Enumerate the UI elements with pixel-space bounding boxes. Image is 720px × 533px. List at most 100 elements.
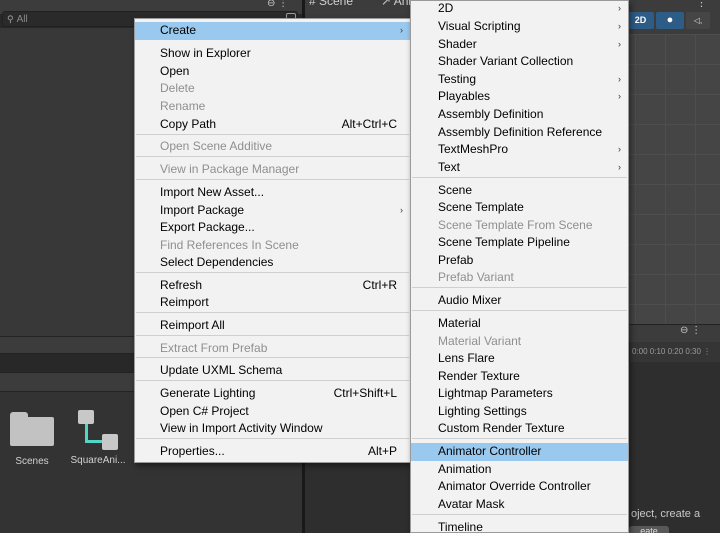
menu-item-label: Open	[160, 64, 190, 78]
menu-item-show-in-explorer[interactable]: Show in Explorer	[135, 45, 410, 63]
asset-label: Scenes	[15, 456, 49, 467]
create-item-animator-controller[interactable]: Animator Controller	[411, 443, 628, 461]
menu-item-view-in-package-manager[interactable]: View in Package Manager	[135, 161, 410, 179]
create-item-scene[interactable]: Scene	[411, 182, 628, 200]
animation-lock-icon[interactable]: ⊖ ⋮	[680, 325, 701, 336]
create-item-prefab[interactable]: Prefab	[411, 252, 628, 270]
create-item-visual-scripting[interactable]: Visual Scripting ›	[411, 18, 628, 36]
menu-item-label: Generate Lighting	[160, 386, 256, 400]
toggle-2d-button[interactable]: 2D	[627, 12, 654, 29]
menu-separator	[136, 438, 409, 439]
menu-item-view-in-import-activity-window[interactable]: View in Import Activity Window	[135, 420, 410, 438]
create-item-avatar-mask[interactable]: Avatar Mask	[411, 496, 628, 514]
chevron-right-icon: ›	[618, 3, 621, 13]
chevron-right-icon: ›	[400, 25, 403, 35]
audio-toggle-icon[interactable]: ◁,	[686, 12, 710, 29]
animation-hint-text: oject, create a	[631, 508, 701, 520]
menu-item-label: Scene Template From Scene	[438, 218, 593, 232]
create-item-text[interactable]: Text ›	[411, 159, 628, 177]
menu-item-extract-from-prefab[interactable]: Extract From Prefab	[135, 340, 410, 358]
create-item-assembly-definition[interactable]: Assembly Definition	[411, 106, 628, 124]
create-item-material[interactable]: Material	[411, 315, 628, 333]
create-item-audio-mixer[interactable]: Audio Mixer	[411, 292, 628, 310]
create-item-lightmap-parameters[interactable]: Lightmap Parameters	[411, 385, 628, 403]
context-menu: Create › Show in Explorer Open Delete Rename C…	[134, 18, 411, 463]
create-item-shader[interactable]: Shader ›	[411, 36, 628, 54]
create-animation-button[interactable]: eate	[629, 526, 669, 533]
menu-item-select-dependencies[interactable]: Select Dependencies	[135, 254, 410, 272]
menu-item-label: Shader	[438, 37, 477, 51]
asset-square-animator[interactable]: SquareAni...	[66, 408, 130, 466]
menu-item-delete[interactable]: Delete	[135, 80, 410, 98]
menu-item-update-uxml-schema[interactable]: Update UXML Schema	[135, 362, 410, 380]
menu-item-open-c-project[interactable]: Open C# Project	[135, 403, 410, 421]
create-item-material-variant[interactable]: Material Variant	[411, 333, 628, 351]
menu-item-label: Timeline	[438, 520, 483, 533]
menu-item-open-scene-additive[interactable]: Open Scene Additive	[135, 138, 410, 156]
lighting-toggle-icon[interactable]: ●	[656, 12, 684, 29]
create-item-custom-render-texture[interactable]: Custom Render Texture	[411, 420, 628, 438]
menu-item-label: Properties...	[160, 444, 225, 458]
menu-item-reimport-all[interactable]: Reimport All	[135, 317, 410, 335]
menu-item-import-package[interactable]: Import Package ›	[135, 202, 410, 220]
menu-separator	[136, 156, 409, 157]
menu-item-label: Material	[438, 316, 481, 330]
tab-animation[interactable]: ↗ Ani	[381, 0, 411, 8]
create-item-shader-variant-collection[interactable]: Shader Variant Collection	[411, 53, 628, 71]
menu-separator	[412, 438, 627, 439]
menu-item-label: Open Scene Additive	[160, 139, 273, 153]
menu-item-properties[interactable]: Properties... Alt+P	[135, 443, 410, 461]
menu-item-refresh[interactable]: Refresh Ctrl+R	[135, 277, 410, 295]
menu-item-export-package[interactable]: Export Package...	[135, 219, 410, 237]
create-item-textmeshpro[interactable]: TextMeshPro ›	[411, 141, 628, 159]
menu-item-reimport[interactable]: Reimport	[135, 294, 410, 312]
create-item-prefab-variant[interactable]: Prefab Variant	[411, 269, 628, 287]
menu-separator	[136, 380, 409, 381]
menu-item-label: Testing	[438, 72, 477, 86]
menu-item-rename[interactable]: Rename	[135, 98, 410, 116]
menu-item-label: TextMeshPro	[438, 142, 509, 156]
animator-controller-icon	[76, 408, 120, 452]
menu-item-label: Scene Template Pipeline	[438, 235, 570, 249]
menu-item-find-references-in-scene[interactable]: Find References In Scene	[135, 237, 410, 255]
menu-item-label: Extract From Prefab	[160, 341, 268, 355]
create-item-scene-template-from-scene[interactable]: Scene Template From Scene	[411, 217, 628, 235]
create-item-render-texture[interactable]: Render Texture	[411, 368, 628, 386]
menu-item-label: Shader Variant Collection	[438, 54, 574, 68]
create-item-timeline[interactable]: Timeline	[411, 519, 628, 533]
menu-item-shortcut: Ctrl+Shift+L	[333, 386, 397, 400]
chevron-right-icon: ›	[618, 91, 621, 101]
menu-item-label: View in Package Manager	[160, 162, 300, 176]
asset-scenes[interactable]: Scenes	[0, 412, 64, 467]
create-item-lighting-settings[interactable]: Lighting Settings	[411, 403, 628, 421]
menu-item-label: Custom Render Texture	[438, 421, 565, 435]
menu-item-import-new-asset[interactable]: Import New Asset...	[135, 184, 410, 202]
project-lock-icon[interactable]: ⊖ ⋮	[267, 0, 288, 9]
create-item-lens-flare[interactable]: Lens Flare	[411, 350, 628, 368]
menu-item-label: Playables	[438, 89, 491, 103]
menu-item-open[interactable]: Open	[135, 63, 410, 81]
tab-scene[interactable]: # Scene	[309, 0, 353, 8]
menu-separator	[412, 287, 627, 288]
menu-item-copy-path[interactable]: Copy Path Alt+Ctrl+C	[135, 116, 410, 134]
menu-item-label: Scene	[438, 183, 473, 197]
folder-icon	[10, 412, 54, 446]
create-item-playables[interactable]: Playables ›	[411, 88, 628, 106]
create-item-scene-template[interactable]: Scene Template	[411, 199, 628, 217]
menu-item-generate-lighting[interactable]: Generate Lighting Ctrl+Shift+L	[135, 385, 410, 403]
menu-separator	[136, 272, 409, 273]
menu-item-label: Audio Mixer	[438, 293, 502, 307]
timeline-ruler[interactable]: 0:00 0:10 0:20 0:30 ⋮	[630, 342, 720, 362]
menu-item-label: Refresh	[160, 278, 203, 292]
menu-item-label: Create	[160, 23, 197, 37]
menu-item-create[interactable]: Create ›	[135, 22, 410, 40]
create-item-2d[interactable]: 2D ›	[411, 0, 628, 18]
create-item-animator-override-controller[interactable]: Animator Override Controller	[411, 478, 628, 496]
create-item-animation[interactable]: Animation	[411, 461, 628, 479]
create-item-assembly-definition-reference[interactable]: Assembly Definition Reference	[411, 124, 628, 142]
search-icon: ⚲	[7, 14, 14, 24]
create-item-testing[interactable]: Testing ›	[411, 71, 628, 89]
menu-item-label: Import New Asset...	[160, 185, 265, 199]
menu-item-shortcut: Alt+Ctrl+C	[341, 117, 397, 131]
create-item-scene-template-pipeline[interactable]: Scene Template Pipeline	[411, 234, 628, 252]
